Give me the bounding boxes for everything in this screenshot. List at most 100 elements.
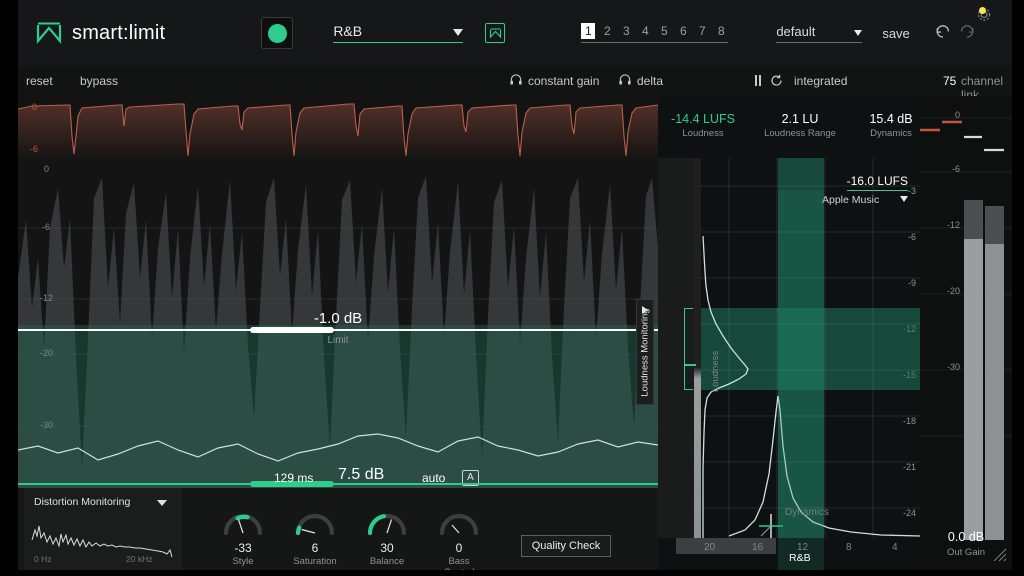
chevron-down-icon[interactable] [453,29,463,36]
preset-slot-3[interactable]: 3 [619,23,633,39]
constant-gain-button[interactable]: constant gain [528,74,599,88]
window-edge-bottom [0,570,1024,576]
pause-icon[interactable] [755,75,761,86]
knob-balance[interactable]: 30 Balance [365,505,409,567]
knob-bass-control[interactable]: 0 Bass Control [437,505,481,576]
gain-reduction-display[interactable]: 0 -6 [18,96,658,158]
knob-saturation[interactable]: 6 Saturation [293,505,337,567]
preset-slot-4[interactable]: 4 [638,23,652,39]
preset-slot-8[interactable]: 8 [714,23,728,39]
power-indicator [268,24,287,43]
preset-slot-6[interactable]: 6 [676,23,690,39]
brand-logo: smart:limit [36,22,165,45]
gr-axis-label-m6: -6 [30,144,38,154]
ab-state-selector[interactable]: default [776,24,862,43]
refresh-icon[interactable] [770,74,783,90]
dynamics-tick-20: 20 [704,542,715,553]
chevron-down-icon[interactable] [157,500,167,506]
reset-button[interactable]: reset [26,74,53,88]
quality-check-button[interactable]: Quality Check [521,535,611,557]
loudness-target-value[interactable]: -16.0 LUFS [847,174,908,191]
preset-slot-7[interactable]: 7 [695,23,709,39]
loudness-dynamics-plot[interactable]: -3 -6 -9 -12 -15 -18 -21 -24 [658,158,920,570]
stat-dynamics: 15.4 dB Dynamics [850,112,920,139]
output-meter-panel[interactable]: 0 -6 -12 -20 -30 0.0 dB Out Gain [920,96,1012,570]
window-edge-right [1012,0,1024,576]
stat-loudness-range-value: 2.1 LU [750,112,850,126]
distortion-monitoring-title: Distortion Monitoring [34,496,130,508]
release-value[interactable]: auto [422,471,445,485]
knob-style-caption: Style [221,556,265,567]
preset-slots: 1 2 3 4 5 6 7 8 [581,23,728,43]
header-bar: smart:limit R&B 1 2 3 4 5 6 7 8 [18,0,1012,66]
knob-style-dial[interactable] [221,505,265,535]
chevron-down-icon[interactable] [854,30,862,36]
distortion-axis-min: 0 Hz [34,554,51,564]
out-axis-label-m20: -20 [947,286,960,296]
limit-caption: Limit [18,335,658,346]
out-gain-value[interactable]: 0.0 dB [920,530,1012,544]
page-title: smart:limit [72,22,165,45]
knob-bass-control-dial[interactable] [437,505,481,535]
gain-value[interactable]: 7.5 dB [338,466,384,484]
limit-threshold-line [18,329,658,331]
sonible-logo-icon[interactable] [485,23,505,43]
channel-link-value[interactable]: 75 [943,74,956,88]
stat-loudness-range-caption: Loudness Range [750,128,850,139]
dynamics-tick-4: 4 [892,542,898,553]
loudness-level-gradient [694,158,701,538]
logo-text-accent: limit [129,22,166,44]
genre-band [778,190,824,570]
dynamics-tick-16: 16 [752,542,763,553]
knob-style-value: -33 [221,541,265,555]
stat-loudness-caption: Loudness [660,128,746,139]
distortion-spectrum-graph [30,514,180,560]
loudness-monitoring-tab[interactable]: Loudness Monitoring [636,299,654,405]
knob-style[interactable]: -33 Style [221,505,265,567]
loudness-target-bracket [684,308,693,390]
preset-selector[interactable]: R&B [333,23,463,43]
bypass-button[interactable]: bypass [80,74,118,88]
resize-grip-icon[interactable] [990,545,1008,568]
gr-axis-label-0: 0 [32,102,37,112]
preset-slot-5[interactable]: 5 [657,23,671,39]
loudness-target-platform-selector[interactable]: Apple Music [822,194,908,206]
loudness-target-platform-name: Apple Music [822,194,879,206]
smart-limit-logo-icon [36,22,62,44]
distortion-axis-max: 20 kHz [126,554,152,564]
loudness-monitoring-panel[interactable]: -14.4 LUFS Loudness 2.1 LU Loudness Rang… [658,96,920,570]
out-axis-label-m6: -6 [952,164,960,174]
headphones-icon[interactable] [510,74,522,88]
stat-loudness-value: -14.4 LUFS [660,112,746,126]
save-button[interactable]: save [882,26,909,41]
limit-value[interactable]: -1.0 dB [18,310,658,327]
loudness-current-tick [684,364,696,366]
loudness-monitoring-tab-label: Loudness Monitoring [640,308,651,396]
limit-threshold-handle[interactable] [250,327,334,333]
output-meter-graph [920,96,1012,570]
chevron-down-icon[interactable] [900,196,908,202]
wave-axis-label-0: 0 [44,164,49,174]
redo-icon[interactable] [958,22,976,45]
loudness-axis-title: Loudness [710,351,721,392]
genre-label: R&B [789,552,811,564]
preset-name: R&B [333,23,362,39]
headphones-icon[interactable] [619,74,631,88]
waveform-display[interactable]: 0 -6 -12 -20 -30 -1.0 dB Limit 129 ms At… [18,158,658,488]
stat-dynamics-value: 15.4 dB [850,112,920,126]
delta-button[interactable]: delta [637,74,663,88]
stat-loudness: -14.4 LUFS Loudness [660,112,746,139]
wave-axis-label-m30: -30 [40,420,53,430]
integrated-button[interactable]: integrated [794,74,847,88]
gear-icon[interactable] [976,5,998,25]
power-toggle-icon[interactable] [261,17,293,49]
preset-slot-1[interactable]: 1 [581,23,595,39]
knob-saturation-dial[interactable] [293,505,337,535]
preset-slot-2[interactable]: 2 [600,23,614,39]
limiter-parameters: 129 ms Attack 7.5 dB Gain auto Release [18,466,658,488]
distortion-monitoring-card[interactable]: Distortion Monitoring 0 Hz 20 kHz [24,488,182,570]
knob-balance-dial[interactable] [365,505,409,535]
undo-icon[interactable] [934,22,952,45]
stat-dynamics-caption: Dynamics [850,128,920,139]
attack-value[interactable]: 129 ms [274,471,313,485]
